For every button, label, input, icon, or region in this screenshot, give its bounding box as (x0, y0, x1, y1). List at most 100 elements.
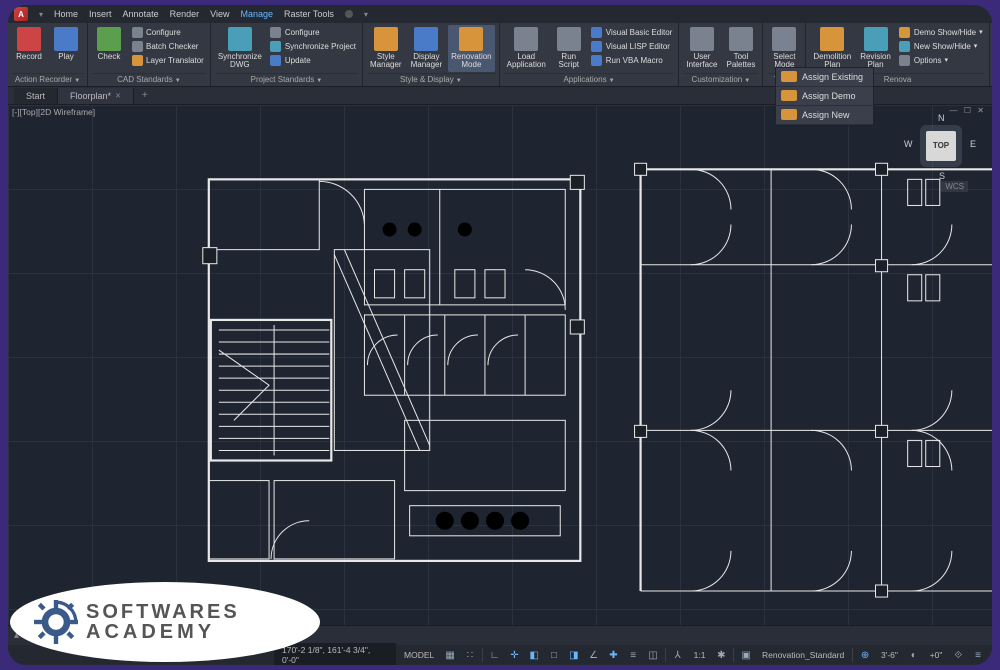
watermark-line1: SOFTWARES (86, 602, 240, 622)
assign-dropdown[interactable]: Assign Existing Assign DemoAssign New (775, 67, 874, 126)
vb-editor-button[interactable]: Visual Basic Editor (589, 25, 675, 39)
viewport[interactable]: [-][Top][2D Wireframe] — ☐ ✕ TOP N S E W… (8, 105, 992, 625)
record-button[interactable]: Record (12, 25, 46, 63)
status-annoscale-icon[interactable]: ⅄ (670, 647, 686, 663)
status-renostyle-icon[interactable]: ▣ (738, 647, 754, 663)
status-elevation-value[interactable]: 3'-6" (877, 650, 902, 660)
quickaccess-dropdown[interactable]: ▾ (39, 10, 43, 19)
status-snap-icon[interactable]: ∷ (462, 647, 478, 663)
sync-project-button[interactable]: Synchronize Project (268, 39, 358, 53)
dropdown-item-assign-new[interactable]: Assign New (776, 106, 873, 125)
update-button[interactable]: Update (268, 53, 358, 67)
cui-button[interactable]: User Interface (683, 25, 720, 72)
panel-dropdown-icon[interactable]: ▼ (74, 78, 80, 84)
new-show-button[interactable]: New Show/Hide ▾ (897, 39, 985, 53)
nav-cube[interactable]: TOP N S E W (910, 115, 972, 177)
status-annoscale-value[interactable]: 1:1 (690, 650, 710, 660)
layer-translator-label: Layer Translator (146, 56, 204, 65)
menu-annotate[interactable]: Annotate (123, 9, 159, 19)
menu-rastertools[interactable]: Raster Tools (284, 9, 334, 19)
demo-show-label: Demo Show/Hide (914, 28, 976, 37)
status-cutplane-icon[interactable]: ◐ (906, 647, 922, 663)
sync-dwg-button[interactable]: Synchronize DWG (215, 25, 265, 72)
menu-overflow-icon[interactable] (345, 10, 353, 18)
menu-home[interactable]: Home (54, 9, 78, 19)
app-icon[interactable]: A (14, 7, 28, 21)
status-coordinates[interactable]: 170'-2 1/8", 161'-4 3/4", 0'-0" (274, 643, 396, 665)
status-elevation-icon[interactable]: ⊕ (857, 647, 873, 663)
viewport-window-controls[interactable]: — ☐ ✕ (950, 106, 986, 115)
dropdown-item-assign-existing[interactable]: Assign Existing (776, 68, 873, 87)
revision-button[interactable]: Revision Plan (857, 25, 894, 72)
status-3dosnap-icon[interactable]: ◨ (566, 647, 582, 663)
options-button[interactable]: Options ▾ (897, 53, 985, 67)
status-osnap-icon[interactable]: □ (546, 647, 562, 663)
status-dyninput-icon[interactable]: ✚ (606, 647, 622, 663)
ribbon-panel-5: User InterfaceTool PalettesCustomization… (679, 23, 763, 86)
demo-show-icon (899, 26, 911, 38)
display-manager-button[interactable]: Display Manager (408, 25, 446, 72)
status-grid-icon[interactable]: ▦ (442, 647, 458, 663)
layer-translator-button[interactable]: Layer Translator (129, 53, 206, 67)
batch-checker-button[interactable]: Batch Checker (129, 39, 206, 53)
play-button[interactable]: Play (49, 25, 83, 63)
viewport-label[interactable]: [-][Top][2D Wireframe] (12, 107, 95, 117)
status-isoplane-icon[interactable]: ◧ (526, 647, 542, 663)
configure-button[interactable]: Configure (129, 25, 206, 39)
status-cutplane-value[interactable]: +0" (926, 650, 947, 660)
select-mode-icon (772, 27, 796, 51)
panel-dropdown-icon[interactable]: ▼ (316, 78, 322, 84)
status-lineweight-icon[interactable]: ≡ (625, 647, 641, 663)
status-ortho-icon[interactable]: ∟ (487, 647, 503, 663)
select-mode-button[interactable]: Select Mode (767, 25, 801, 72)
panel-dropdown-icon[interactable]: ▼ (175, 78, 181, 84)
tool-palettes-button[interactable]: Tool Palettes (723, 25, 758, 72)
run-script-button[interactable]: Run Script (552, 25, 586, 72)
menu-overflow-arrow[interactable]: ▾ (364, 10, 368, 19)
load-app-icon (514, 27, 538, 51)
menu-insert[interactable]: Insert (89, 9, 112, 19)
vba-macro-button[interactable]: Run VBA Macro (589, 53, 675, 67)
status-annovisibility-icon[interactable]: ✱ (713, 647, 729, 663)
panel-dropdown-icon[interactable]: ▼ (744, 78, 750, 84)
dropdown-item-assign-demo[interactable]: Assign Demo (776, 87, 873, 106)
dropdown-arrow-icon: ▾ (944, 56, 948, 64)
status-replace-z-icon[interactable]: ⟐ (950, 647, 966, 663)
lisp-editor-label: Visual LISP Editor (606, 42, 670, 51)
configure-button[interactable]: Configure (268, 25, 358, 39)
nav-north[interactable]: N (938, 113, 945, 123)
panel-dropdown-icon[interactable]: ▼ (609, 78, 615, 84)
nav-cube-face[interactable]: TOP (926, 131, 956, 161)
doctab-start[interactable]: Start (14, 88, 58, 104)
doctab-floorplan[interactable]: Floorplan*✕ (58, 88, 134, 104)
lisp-editor-button[interactable]: Visual LISP Editor (589, 39, 675, 53)
menu-manage[interactable]: Manage (240, 9, 273, 19)
status-model-space[interactable]: MODEL (400, 650, 438, 660)
ribbon-panel-1: CheckConfigureBatch Checker Layer Transla… (88, 23, 211, 86)
new-show-label: New Show/Hide (914, 42, 971, 51)
ribbon-panel-2: Synchronize DWGConfigureSynchronize Proj… (211, 23, 363, 86)
status-otrack-icon[interactable]: ∠ (586, 647, 602, 663)
status-renostyle-value[interactable]: Renovation_Standard (758, 650, 848, 660)
panel-title: Action Recorder▼ (12, 73, 83, 86)
add-tab-button[interactable]: + (134, 87, 156, 104)
status-polar-icon[interactable]: ✛ (507, 647, 523, 663)
menu-render[interactable]: Render (170, 9, 200, 19)
new-show-icon (899, 40, 911, 52)
demolition-button[interactable]: Demolition Plan (810, 25, 854, 72)
renovation-mode-button[interactable]: Renovation Mode (448, 25, 494, 72)
nav-west[interactable]: W (904, 139, 913, 149)
demo-show-button[interactable]: Demo Show/Hide ▾ (897, 25, 985, 39)
style-manager-button[interactable]: Style Manager (367, 25, 405, 72)
status-customize-icon[interactable]: ≡ (970, 647, 986, 663)
panel-dropdown-icon[interactable]: ▼ (456, 78, 462, 84)
dropdown-item-label: Assign Existing (802, 72, 863, 82)
watermark-logo: SOFTWARES ACADEMY (10, 582, 320, 662)
menu-view[interactable]: View (210, 9, 229, 19)
nav-east[interactable]: E (970, 139, 976, 149)
status-transparency-icon[interactable]: ◫ (645, 647, 661, 663)
close-tab-icon[interactable]: ✕ (115, 92, 121, 100)
check-button[interactable]: Check (92, 25, 126, 63)
nav-south[interactable]: S (939, 171, 945, 181)
load-app-button[interactable]: Load Application (504, 25, 549, 72)
